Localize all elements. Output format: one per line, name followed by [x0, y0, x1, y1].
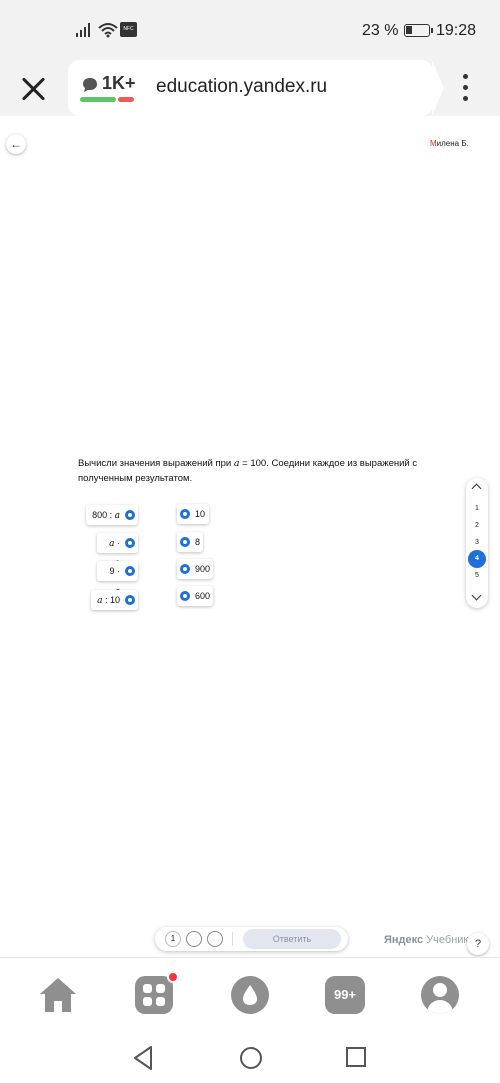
- home-circle-icon[interactable]: [238, 1045, 264, 1071]
- attempt-indicator-1: 1: [165, 931, 181, 947]
- recents-square-icon[interactable]: [344, 1045, 368, 1069]
- comment-icon: [83, 78, 97, 92]
- task-nav-item-4[interactable]: 4: [468, 550, 486, 568]
- brand-logo: Яндекс Учебник: [384, 934, 469, 946]
- expression-chip-3[interactable]: 9 · a: [97, 561, 138, 597]
- task-prompt: Вычисли значения выражений при a = 100. …: [78, 458, 418, 484]
- result-chip-2[interactable]: 8: [177, 532, 203, 552]
- apps-icon[interactable]: [135, 976, 173, 1014]
- nfc-icon: NFC: [120, 22, 137, 37]
- connector-dot[interactable]: [180, 537, 190, 547]
- answer-bar: 1 Ответить: [155, 927, 348, 951]
- close-icon[interactable]: [20, 76, 46, 102]
- rating-bar-negative: [118, 97, 134, 102]
- battery-percent: 23 %: [362, 22, 399, 39]
- result-chip-4[interactable]: 600: [177, 586, 213, 606]
- back-triangle-icon[interactable]: [131, 1045, 155, 1071]
- connector-dot[interactable]: [125, 595, 135, 605]
- attempt-indicator-2: [186, 931, 202, 947]
- battery-icon: [404, 24, 433, 37]
- help-button[interactable]: ?: [467, 933, 489, 955]
- expression-chip-2[interactable]: a · 6: [97, 533, 138, 569]
- app-bottom-nav: 99+: [0, 957, 500, 1033]
- address-bar[interactable]: 1K+ education.yandex.ru: [68, 60, 433, 116]
- url-text[interactable]: education.yandex.ru: [156, 76, 327, 98]
- connector-dot[interactable]: [125, 538, 135, 548]
- user-name[interactable]: Милена Б.: [430, 139, 469, 148]
- profile-icon[interactable]: [421, 976, 459, 1014]
- address-bar-arrow: [432, 60, 444, 116]
- expression-chip-4[interactable]: a : 10: [91, 590, 138, 610]
- chevron-down-icon[interactable]: [471, 590, 482, 601]
- connector-dot[interactable]: [125, 510, 135, 520]
- user-name-rest: илена Б.: [436, 139, 469, 148]
- connector-dot[interactable]: [125, 566, 135, 576]
- result-chip-3[interactable]: 900: [177, 559, 213, 579]
- task-nav-item-5[interactable]: 5: [466, 572, 488, 579]
- browser-toolbar: 1K+ education.yandex.ru: [0, 60, 500, 116]
- status-bar: NFC 23 % 19:28: [0, 0, 500, 60]
- system-nav-bar: [0, 1033, 500, 1083]
- task-nav-item-3[interactable]: 3: [466, 539, 488, 546]
- task-navigator: 1 2 3 4 5: [466, 478, 488, 608]
- user-initial: М: [430, 139, 437, 148]
- clock: 19:28: [436, 22, 477, 39]
- task-nav-item-1[interactable]: 1: [466, 505, 488, 512]
- wifi-icon: [98, 23, 118, 38]
- divider: [232, 932, 233, 946]
- task-nav-item-2[interactable]: 2: [466, 522, 488, 529]
- attempt-indicator-3: [207, 931, 223, 947]
- signal-icon: [76, 23, 90, 37]
- rating-bar-positive: [80, 97, 116, 102]
- result-chip-1[interactable]: 10: [177, 504, 209, 524]
- expression-chip-1[interactable]: 800 : a: [86, 505, 138, 525]
- more-menu-icon[interactable]: [460, 74, 470, 104]
- submit-answer-button[interactable]: Ответить: [243, 929, 341, 949]
- chevron-up-icon[interactable]: [471, 483, 482, 494]
- connector-dot[interactable]: [180, 564, 190, 574]
- alice-icon[interactable]: [231, 976, 269, 1014]
- home-icon[interactable]: [38, 976, 78, 1014]
- notification-dot: [167, 971, 179, 983]
- comments-count: 1K+: [102, 73, 136, 93]
- connector-dot[interactable]: [180, 509, 190, 519]
- back-button[interactable]: ←: [6, 134, 26, 154]
- tabs-counter-badge[interactable]: 99+: [325, 976, 365, 1014]
- connector-dot[interactable]: [180, 591, 190, 601]
